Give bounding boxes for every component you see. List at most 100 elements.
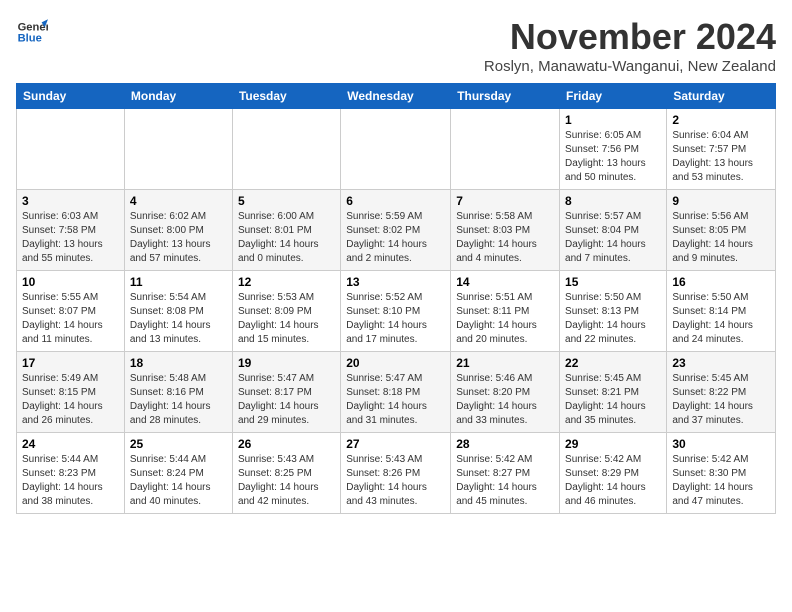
day-number: 20 (346, 356, 445, 370)
calendar-table: SundayMondayTuesdayWednesdayThursdayFrid… (16, 83, 776, 514)
calendar-cell: 29 Sunrise: 5:42 AM Sunset: 8:29 PM Dayli… (560, 433, 667, 514)
day-header-friday: Friday (560, 84, 667, 109)
day-header-wednesday: Wednesday (341, 84, 451, 109)
cell-sun-info: Sunrise: 5:42 AM Sunset: 8:30 PM Dayligh… (672, 453, 770, 509)
calendar-cell: 27Sunrise: 5:43 AM Sunset: 8:26 PM Dayli… (341, 433, 451, 514)
day-number: 19 (238, 356, 335, 370)
calendar-cell (232, 109, 340, 190)
calendar-cell: 25 Sunrise: 5:44 AM Sunset: 8:24 PM Dayli… (124, 433, 232, 514)
calendar-cell: 24 Sunrise: 5:44 AM Sunset: 8:23 PM Dayli… (17, 433, 125, 514)
calendar-cell: 15 Sunrise: 5:50 AM Sunset: 8:13 PM Dayli… (560, 271, 667, 352)
cell-sun-info: Sunrise: 5:47 AM Sunset: 8:17 PM Dayligh… (238, 372, 335, 428)
cell-sun-info: Sunrise: 5:49 AM Sunset: 8:15 PM Dayligh… (22, 372, 119, 428)
cell-sun-info: Sunrise: 5:44 AM Sunset: 8:23 PM Dayligh… (22, 453, 119, 509)
day-number: 28 (456, 437, 554, 451)
day-number: 15 (565, 275, 661, 289)
day-number: 11 (130, 275, 227, 289)
svg-text:Blue: Blue (18, 33, 42, 45)
cell-sun-info: Sunrise: 5:45 AM Sunset: 8:21 PM Dayligh… (565, 372, 661, 428)
day-number: 7 (456, 194, 554, 208)
calendar-cell: 6 Sunrise: 5:59 AM Sunset: 8:02 PM Daylig… (341, 190, 451, 271)
day-number: 6 (346, 194, 445, 208)
calendar-cell: 1 Sunrise: 6:05 AM Sunset: 7:56 PM Daylig… (560, 109, 667, 190)
day-number: 5 (238, 194, 335, 208)
day-number: 29 (565, 437, 661, 451)
cell-sun-info: Sunrise: 6:00 AM Sunset: 8:01 PM Dayligh… (238, 210, 335, 266)
calendar-cell: 18 Sunrise: 5:48 AM Sunset: 8:16 PM Dayli… (124, 352, 232, 433)
location-subtitle: Roslyn, Manawatu-Wanganui, New Zealand (484, 58, 776, 75)
cell-sun-info: Sunrise: 6:04 AM Sunset: 7:57 PM Dayligh… (672, 129, 770, 185)
day-number: 1 (565, 113, 661, 127)
month-title: November 2024 (484, 16, 776, 58)
cell-sun-info: Sunrise: 5:59 AM Sunset: 8:02 PM Dayligh… (346, 210, 445, 266)
day-number: 9 (672, 194, 770, 208)
calendar-cell: 10Sunrise: 5:55 AM Sunset: 8:07 PM Dayli… (17, 271, 125, 352)
day-number: 13 (346, 275, 445, 289)
calendar-cell: 16 Sunrise: 5:50 AM Sunset: 8:14 PM Dayli… (667, 271, 776, 352)
cell-sun-info: Sunrise: 5:58 AM Sunset: 8:03 PM Dayligh… (456, 210, 554, 266)
day-header-monday: Monday (124, 84, 232, 109)
day-header-saturday: Saturday (667, 84, 776, 109)
calendar-cell: 30Sunrise: 5:42 AM Sunset: 8:30 PM Dayli… (667, 433, 776, 514)
calendar-cell: 14 Sunrise: 5:51 AM Sunset: 8:11 PM Dayli… (451, 271, 560, 352)
calendar-cell (451, 109, 560, 190)
day-number: 10 (22, 275, 119, 289)
day-number: 8 (565, 194, 661, 208)
cell-sun-info: Sunrise: 5:43 AM Sunset: 8:25 PM Dayligh… (238, 453, 335, 509)
cell-sun-info: Sunrise: 5:50 AM Sunset: 8:14 PM Dayligh… (672, 291, 770, 347)
day-number: 12 (238, 275, 335, 289)
cell-sun-info: Sunrise: 5:42 AM Sunset: 8:27 PM Dayligh… (456, 453, 554, 509)
calendar-cell: 12 Sunrise: 5:53 AM Sunset: 8:09 PM Dayli… (232, 271, 340, 352)
day-header-tuesday: Tuesday (232, 84, 340, 109)
cell-sun-info: Sunrise: 5:54 AM Sunset: 8:08 PM Dayligh… (130, 291, 227, 347)
calendar-cell: 23 Sunrise: 5:45 AM Sunset: 8:22 PM Dayli… (667, 352, 776, 433)
day-number: 24 (22, 437, 119, 451)
day-number: 4 (130, 194, 227, 208)
day-number: 16 (672, 275, 770, 289)
calendar-cell (341, 109, 451, 190)
cell-sun-info: Sunrise: 6:02 AM Sunset: 8:00 PM Dayligh… (130, 210, 227, 266)
day-number: 17 (22, 356, 119, 370)
calendar-cell: 4 Sunrise: 6:02 AM Sunset: 8:00 PM Daylig… (124, 190, 232, 271)
cell-sun-info: Sunrise: 6:05 AM Sunset: 7:56 PM Dayligh… (565, 129, 661, 185)
calendar-cell: 8 Sunrise: 5:57 AM Sunset: 8:04 PM Daylig… (560, 190, 667, 271)
cell-sun-info: Sunrise: 5:45 AM Sunset: 8:22 PM Dayligh… (672, 372, 770, 428)
calendar-cell: 19 Sunrise: 5:47 AM Sunset: 8:17 PM Dayli… (232, 352, 340, 433)
calendar-week-2: 3Sunrise: 6:03 AM Sunset: 7:58 PM Daylig… (17, 190, 776, 271)
calendar-week-1: 1 Sunrise: 6:05 AM Sunset: 7:56 PM Daylig… (17, 109, 776, 190)
cell-sun-info: Sunrise: 5:57 AM Sunset: 8:04 PM Dayligh… (565, 210, 661, 266)
day-header-sunday: Sunday (17, 84, 125, 109)
cell-sun-info: Sunrise: 5:52 AM Sunset: 8:10 PM Dayligh… (346, 291, 445, 347)
calendar-cell: 7 Sunrise: 5:58 AM Sunset: 8:03 PM Daylig… (451, 190, 560, 271)
cell-sun-info: Sunrise: 5:51 AM Sunset: 8:11 PM Dayligh… (456, 291, 554, 347)
day-number: 2 (672, 113, 770, 127)
calendar-header-row: SundayMondayTuesdayWednesdayThursdayFrid… (17, 84, 776, 109)
calendar-cell: 17 Sunrise: 5:49 AM Sunset: 8:15 PM Dayli… (17, 352, 125, 433)
cell-sun-info: Sunrise: 5:50 AM Sunset: 8:13 PM Dayligh… (565, 291, 661, 347)
cell-sun-info: Sunrise: 5:48 AM Sunset: 8:16 PM Dayligh… (130, 372, 227, 428)
calendar-cell (17, 109, 125, 190)
calendar-week-3: 10Sunrise: 5:55 AM Sunset: 8:07 PM Dayli… (17, 271, 776, 352)
calendar-cell: 26 Sunrise: 5:43 AM Sunset: 8:25 PM Dayli… (232, 433, 340, 514)
logo: General Blue (16, 16, 48, 48)
day-number: 21 (456, 356, 554, 370)
cell-sun-info: Sunrise: 5:42 AM Sunset: 8:29 PM Dayligh… (565, 453, 661, 509)
cell-sun-info: Sunrise: 5:53 AM Sunset: 8:09 PM Dayligh… (238, 291, 335, 347)
day-number: 25 (130, 437, 227, 451)
day-number: 14 (456, 275, 554, 289)
cell-sun-info: Sunrise: 6:03 AM Sunset: 7:58 PM Dayligh… (22, 210, 119, 266)
header: General Blue November 2024 Roslyn, Manaw… (16, 16, 776, 75)
calendar-cell: 11 Sunrise: 5:54 AM Sunset: 8:08 PM Dayli… (124, 271, 232, 352)
cell-sun-info: Sunrise: 5:46 AM Sunset: 8:20 PM Dayligh… (456, 372, 554, 428)
day-number: 18 (130, 356, 227, 370)
day-header-thursday: Thursday (451, 84, 560, 109)
calendar-cell: 21 Sunrise: 5:46 AM Sunset: 8:20 PM Dayli… (451, 352, 560, 433)
cell-sun-info: Sunrise: 5:47 AM Sunset: 8:18 PM Dayligh… (346, 372, 445, 428)
calendar-cell: 20 Sunrise: 5:47 AM Sunset: 8:18 PM Dayli… (341, 352, 451, 433)
cell-sun-info: Sunrise: 5:56 AM Sunset: 8:05 PM Dayligh… (672, 210, 770, 266)
day-number: 26 (238, 437, 335, 451)
day-number: 23 (672, 356, 770, 370)
cell-sun-info: Sunrise: 5:44 AM Sunset: 8:24 PM Dayligh… (130, 453, 227, 509)
calendar-cell: 9 Sunrise: 5:56 AM Sunset: 8:05 PM Daylig… (667, 190, 776, 271)
calendar-week-4: 17 Sunrise: 5:49 AM Sunset: 8:15 PM Dayli… (17, 352, 776, 433)
